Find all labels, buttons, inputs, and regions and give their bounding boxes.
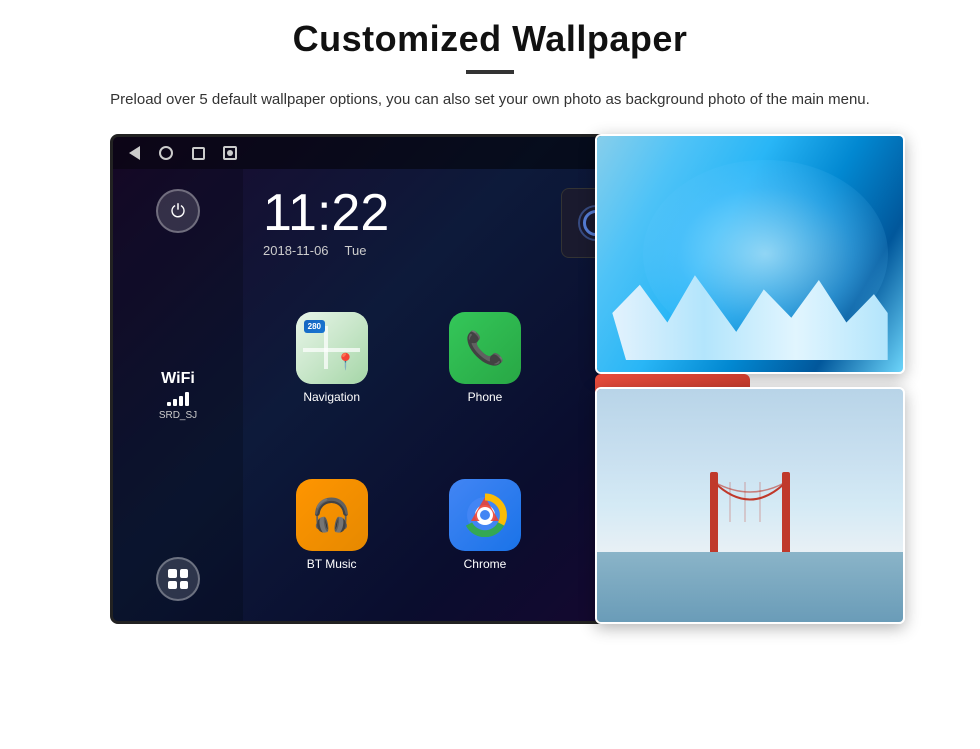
- left-sidebar: ⏻ WiFi SRD_SJ: [113, 169, 243, 621]
- bt-music-app-label: BT Music: [307, 557, 357, 571]
- navigation-app-label: Navigation: [303, 390, 360, 404]
- wifi-bar-4: [185, 392, 189, 406]
- map-road-vertical: [324, 326, 328, 369]
- map-road-badge: 280: [304, 320, 325, 333]
- apps-dot-1: [168, 569, 177, 578]
- home-button-icon[interactable]: [157, 144, 175, 162]
- chrome-svg-icon: [463, 493, 507, 537]
- device-wrapper: 📍 ▾▾ 11:22 ⏻ WiFi: [75, 134, 905, 624]
- chrome-app-label: Chrome: [464, 557, 507, 571]
- wifi-label: WiFi: [161, 370, 195, 388]
- wifi-ssid: SRD_SJ: [159, 410, 197, 421]
- title-divider: [466, 70, 514, 74]
- apps-dot-2: [180, 569, 189, 578]
- phone-app-label: Phone: [468, 390, 503, 404]
- chrome-app-icon: [449, 479, 521, 551]
- bridge-cables-svg: [690, 482, 810, 522]
- page-container: Customized Wallpaper Preload over 5 defa…: [0, 0, 980, 749]
- navigation-app-icon: 280 📍: [296, 312, 368, 384]
- wallpaper-thumbnail-ice[interactable]: [595, 134, 905, 374]
- apps-dot-4: [180, 581, 189, 590]
- map-background: 280 📍: [296, 312, 368, 384]
- clock-date-row: 2018-11-06 Tue: [263, 243, 541, 258]
- bt-music-app-icon: 🎧: [296, 479, 368, 551]
- ice-wallpaper-preview: [597, 136, 903, 372]
- page-title: Customized Wallpaper: [293, 18, 688, 60]
- app-item-navigation[interactable]: 280 📍 Navigation: [259, 278, 404, 438]
- bluetooth-symbol: 🎧: [312, 496, 352, 534]
- back-triangle: [129, 146, 140, 160]
- all-apps-button[interactable]: [156, 557, 200, 601]
- wifi-bar-2: [173, 399, 177, 406]
- bridge-towers: [690, 472, 810, 552]
- bridge-water: [597, 552, 903, 622]
- apps-dot-3: [168, 581, 177, 590]
- clock-info: 11:22 2018-11-06 Tue: [263, 187, 541, 258]
- nav-icons: [125, 144, 239, 162]
- screenshot-button-icon[interactable]: [221, 144, 239, 162]
- clock-day: Tue: [345, 243, 367, 258]
- app-item-phone[interactable]: 📞 Phone: [412, 278, 557, 438]
- phone-symbol: 📞: [465, 329, 505, 367]
- wallpaper-thumbnail-bridge[interactable]: CarSetting: [595, 387, 905, 624]
- screenshot-shape: [223, 146, 237, 160]
- wifi-widget: WiFi SRD_SJ: [159, 370, 197, 421]
- clock-date: 2018-11-06: [263, 243, 329, 258]
- power-button[interactable]: ⏻: [156, 189, 200, 233]
- app-item-chrome[interactable]: Chrome: [412, 446, 557, 606]
- bridge-wallpaper-preview: [597, 389, 903, 622]
- phone-app-icon: 📞: [449, 312, 521, 384]
- page-description: Preload over 5 default wallpaper options…: [110, 88, 870, 112]
- wifi-bar-1: [167, 402, 171, 406]
- wifi-bar-3: [179, 396, 183, 406]
- home-circle: [159, 146, 173, 160]
- back-button-icon[interactable]: [125, 144, 143, 162]
- map-pin-icon: 📍: [336, 352, 356, 372]
- app-item-bt-music[interactable]: 🎧 BT Music: [259, 446, 404, 606]
- square-icon: [192, 147, 205, 160]
- map-road-number: 280: [308, 322, 321, 331]
- wifi-bars: [167, 392, 189, 406]
- clock-time: 11:22: [263, 187, 541, 239]
- recents-button-icon[interactable]: [189, 144, 207, 162]
